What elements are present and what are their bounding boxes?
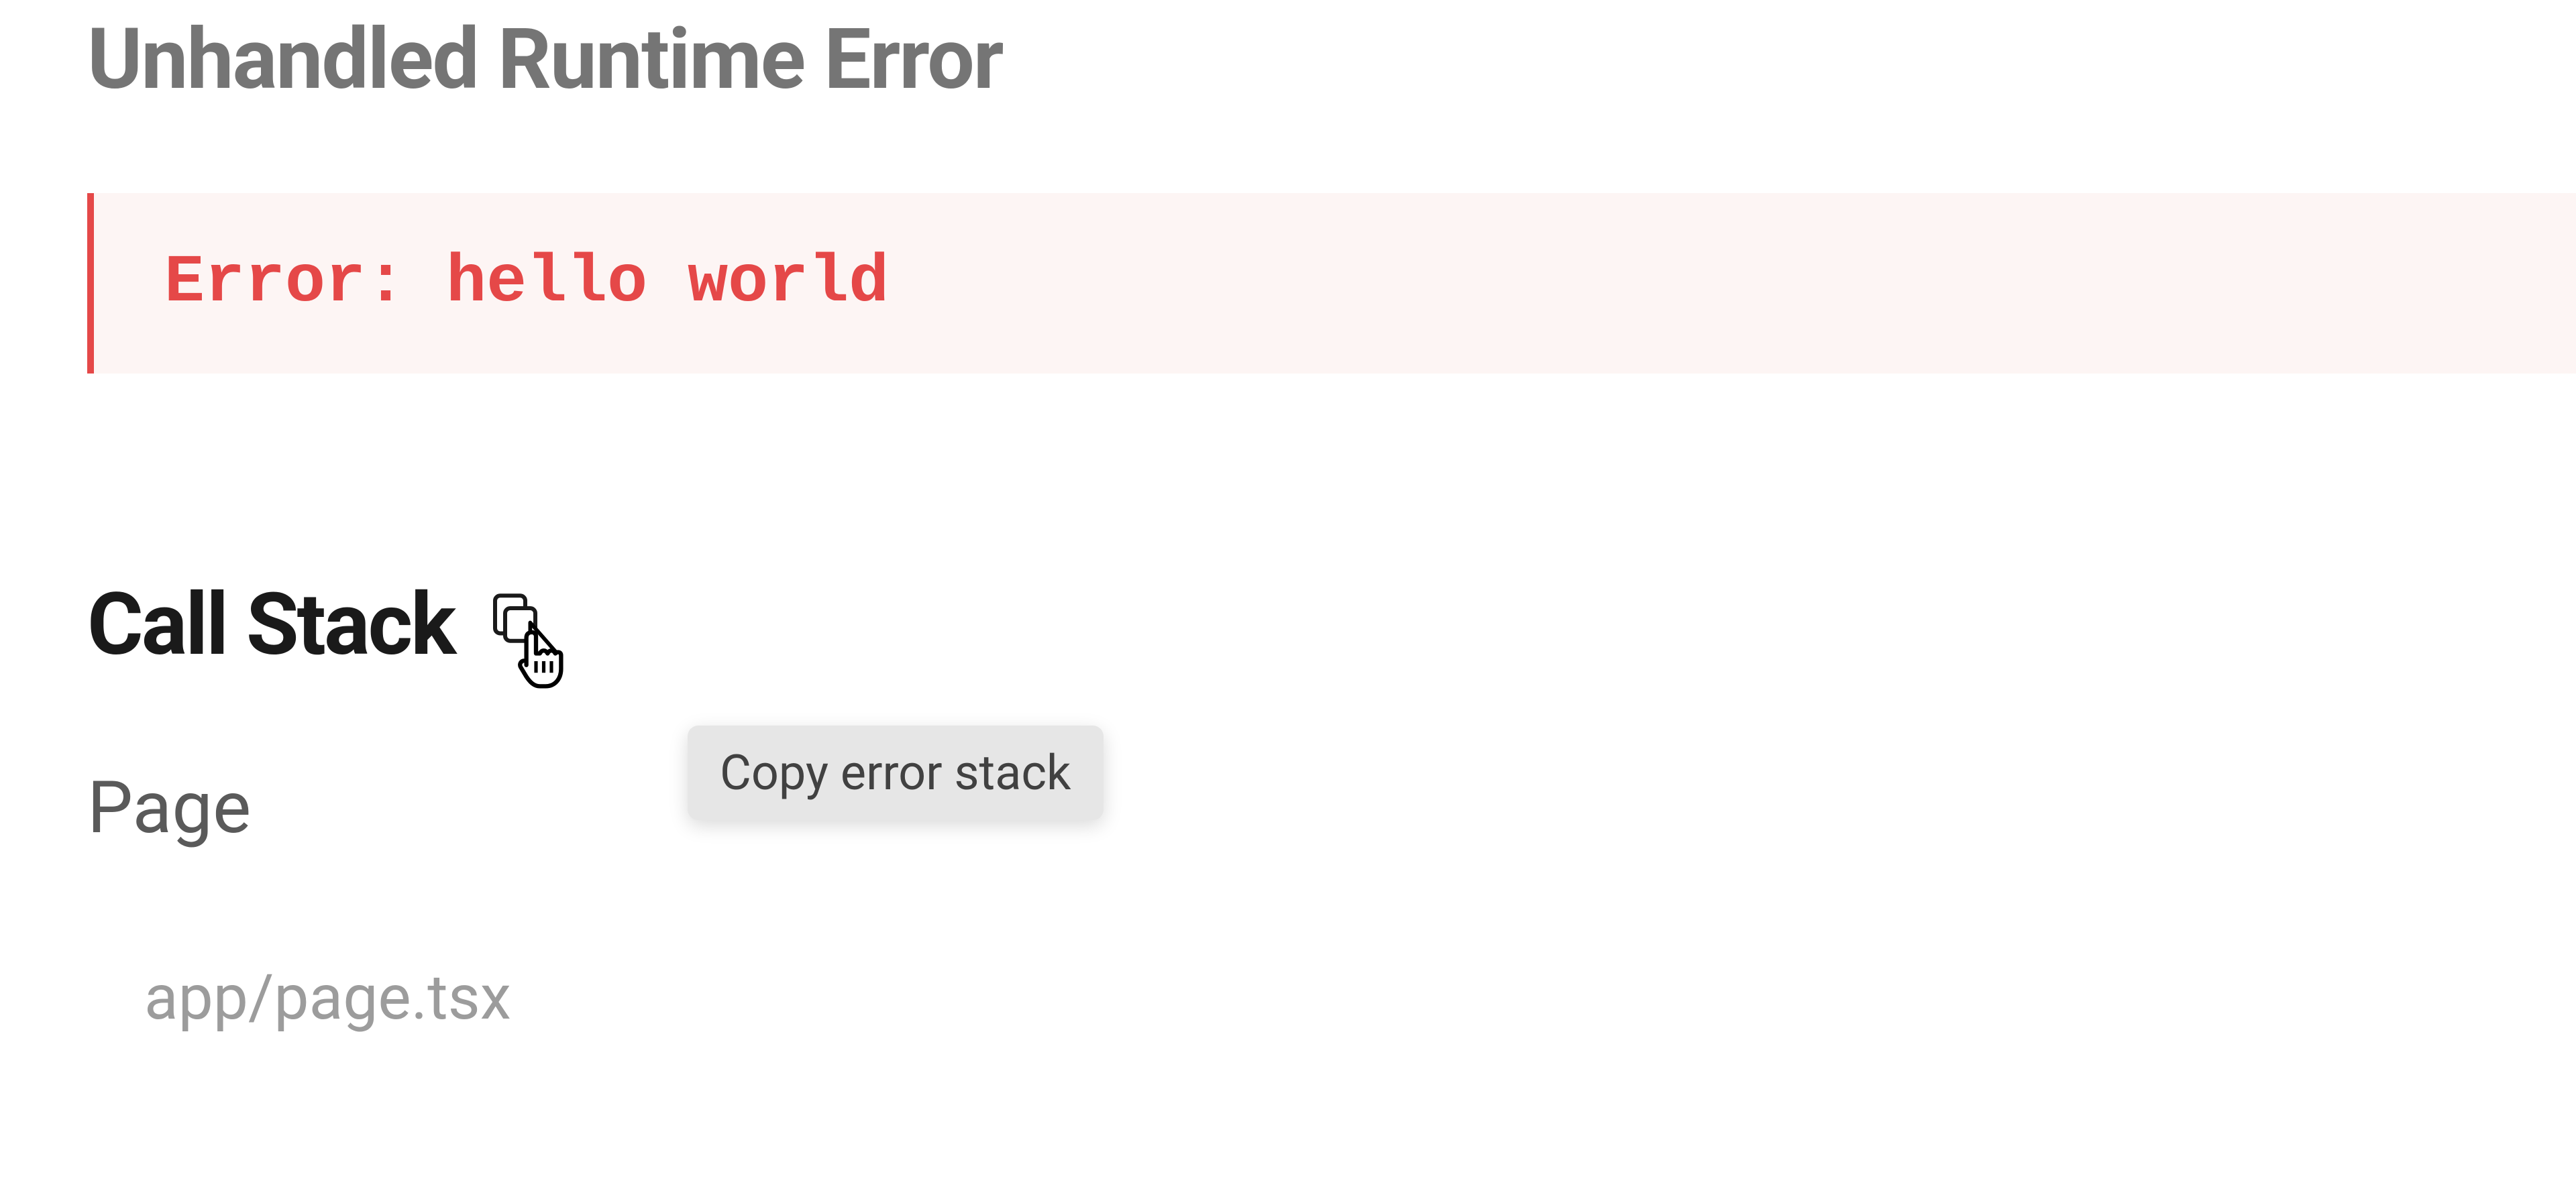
call-stack-title: Call Stack xyxy=(87,575,455,675)
copy-tooltip: Copy error stack xyxy=(688,726,1104,820)
call-stack-header: Call Stack xyxy=(87,575,2576,675)
error-message-text: Error: hello world xyxy=(164,245,889,321)
error-message-box: Error: hello world xyxy=(87,193,2576,374)
stack-frame-path[interactable]: app/page.tsx xyxy=(87,961,2576,1034)
call-stack-section: Call Stack Copy error stack Page app/pag… xyxy=(0,575,2576,1034)
stack-frame-name: Page xyxy=(87,766,2576,850)
copy-stack-button[interactable] xyxy=(485,588,545,648)
copy-icon xyxy=(485,588,545,648)
error-title: Unhandled Runtime Error xyxy=(0,0,2576,106)
